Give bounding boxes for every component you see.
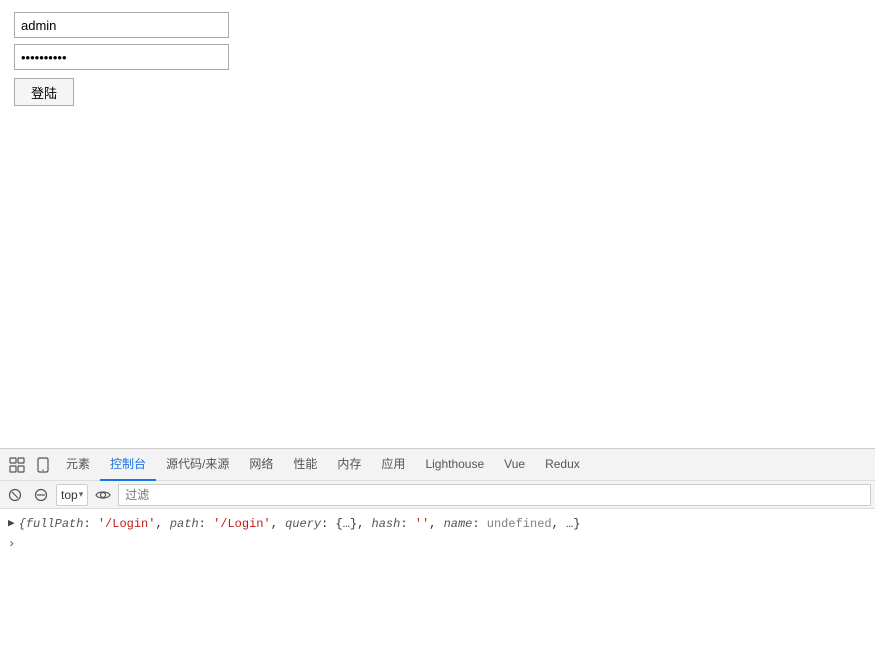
tab-vue[interactable]: Vue xyxy=(494,449,535,481)
console-object-text: {fullPath: '/Login', path: '/Login', que… xyxy=(19,515,581,533)
login-button[interactable]: 登陆 xyxy=(14,78,74,106)
console-prompt-line: › xyxy=(8,535,867,553)
filter-input[interactable] xyxy=(118,484,871,506)
tab-network[interactable]: 网络 xyxy=(239,449,283,481)
login-form: admin 登陆 xyxy=(14,12,234,106)
chevron-down-icon: ▾ xyxy=(79,489,84,500)
clear-console-icon[interactable] xyxy=(4,484,26,506)
live-expressions-icon[interactable] xyxy=(92,484,114,506)
password-input[interactable] xyxy=(14,44,229,70)
ban-icon[interactable] xyxy=(30,484,52,506)
tab-application[interactable]: 应用 xyxy=(371,449,415,481)
devtools-tabs-bar: 元素 控制台 源代码/来源 网络 性能 内存 应用 Lighthouse Vue… xyxy=(0,449,875,481)
console-toolbar: top ▾ xyxy=(0,481,875,509)
mobile-icon[interactable] xyxy=(30,452,56,478)
username-input[interactable]: admin xyxy=(14,12,229,38)
context-selector[interactable]: top ▾ xyxy=(56,484,88,506)
devtools-panel: 元素 控制台 源代码/来源 网络 性能 内存 应用 Lighthouse Vue… xyxy=(0,448,875,648)
context-label: top xyxy=(61,488,78,502)
main-content: admin 登陆 xyxy=(0,0,875,448)
tab-lighthouse[interactable]: Lighthouse xyxy=(415,449,494,481)
prompt-chevron-icon: › xyxy=(8,537,15,551)
tab-console[interactable]: 控制台 xyxy=(100,449,156,481)
expand-arrow[interactable]: ▶ xyxy=(8,516,15,533)
console-content: ▶ {fullPath: '/Login', path: '/Login', q… xyxy=(0,509,875,648)
tab-sources[interactable]: 源代码/来源 xyxy=(156,449,239,481)
tab-elements[interactable]: 元素 xyxy=(56,449,100,481)
tab-redux[interactable]: Redux xyxy=(535,449,590,481)
inspect-element-icon[interactable] xyxy=(4,452,30,478)
tab-memory[interactable]: 内存 xyxy=(327,449,371,481)
console-log-line: ▶ {fullPath: '/Login', path: '/Login', q… xyxy=(8,513,867,535)
tab-performance[interactable]: 性能 xyxy=(283,449,327,481)
